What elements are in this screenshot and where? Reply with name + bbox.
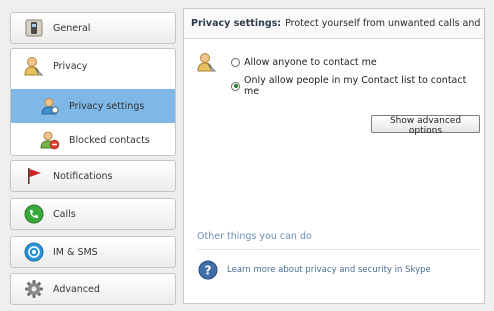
sidebar-item-calls[interactable]: Calls — [10, 198, 176, 230]
green-phone-icon — [23, 203, 45, 225]
sidebar-item-privacy-settings[interactable]: Privacy settings — [11, 89, 175, 123]
radio-contacts-only[interactable]: Only allow people in my Contact list to … — [231, 75, 484, 97]
phone-handset-icon — [23, 17, 45, 39]
sidebar-item-blocked-contacts[interactable]: Blocked contacts — [11, 123, 175, 157]
sidebar-item-general[interactable]: General — [10, 12, 176, 44]
help-icon: ? — [197, 259, 219, 281]
radio-button[interactable] — [231, 58, 240, 67]
sidebar-item-im-sms[interactable]: IM & SMS — [10, 236, 176, 268]
other-things-title: Other things you can do — [197, 231, 312, 242]
learn-more-link[interactable]: ? Learn more about privacy and security … — [197, 259, 431, 281]
privacy-user-icon — [196, 51, 218, 73]
gear-icon — [23, 278, 45, 300]
sidebar-item-label: Calls — [53, 208, 76, 220]
sidebar-item-label: Notifications — [53, 170, 113, 182]
red-flag-icon — [23, 165, 45, 187]
blocked-contacts-icon — [39, 129, 61, 151]
radio-allow-anyone[interactable]: Allow anyone to contact me — [231, 57, 377, 68]
panel-subtitle: Protect yourself from unwanted calls and… — [285, 18, 484, 29]
sidebar-item-label: Privacy settings — [69, 100, 145, 112]
privacy-user-icon — [23, 55, 45, 77]
panel-title: Privacy settings: — [191, 18, 282, 29]
sidebar-item-notifications[interactable]: Notifications — [10, 160, 176, 192]
options-window: General Privacy Privacy settings Blocked… — [8, 8, 486, 305]
sidebar-group-privacy: Privacy Privacy settings Blocked contact… — [10, 48, 176, 156]
show-advanced-options-button[interactable]: Show advanced options — [371, 115, 480, 136]
radio-button[interactable] — [231, 81, 240, 91]
sidebar-item-label: Privacy — [53, 60, 88, 72]
sidebar-item-label: Advanced — [53, 283, 100, 295]
sidebar-item-advanced[interactable]: Advanced — [10, 273, 176, 305]
learn-more-text[interactable]: Learn more about privacy and security in… — [227, 265, 431, 275]
sidebar-item-privacy[interactable]: Privacy — [11, 49, 175, 83]
sidebar-item-label: General — [53, 22, 91, 34]
privacy-settings-panel: Privacy settings: Protect yourself from … — [183, 8, 485, 304]
chat-bubble-icon — [23, 241, 45, 263]
radio-label: Allow anyone to contact me — [244, 57, 377, 68]
radio-label: Only allow people in my Contact list to … — [243, 75, 467, 97]
svg-text:?: ? — [205, 264, 212, 278]
privacy-settings-user-icon — [39, 95, 61, 117]
sidebar: General Privacy Privacy settings Blocked… — [8, 8, 178, 305]
panel-header: Privacy settings: Protect yourself from … — [184, 9, 484, 39]
divider — [197, 249, 480, 250]
sidebar-item-label: IM & SMS — [53, 246, 98, 258]
sidebar-item-label: Blocked contacts — [69, 134, 150, 146]
